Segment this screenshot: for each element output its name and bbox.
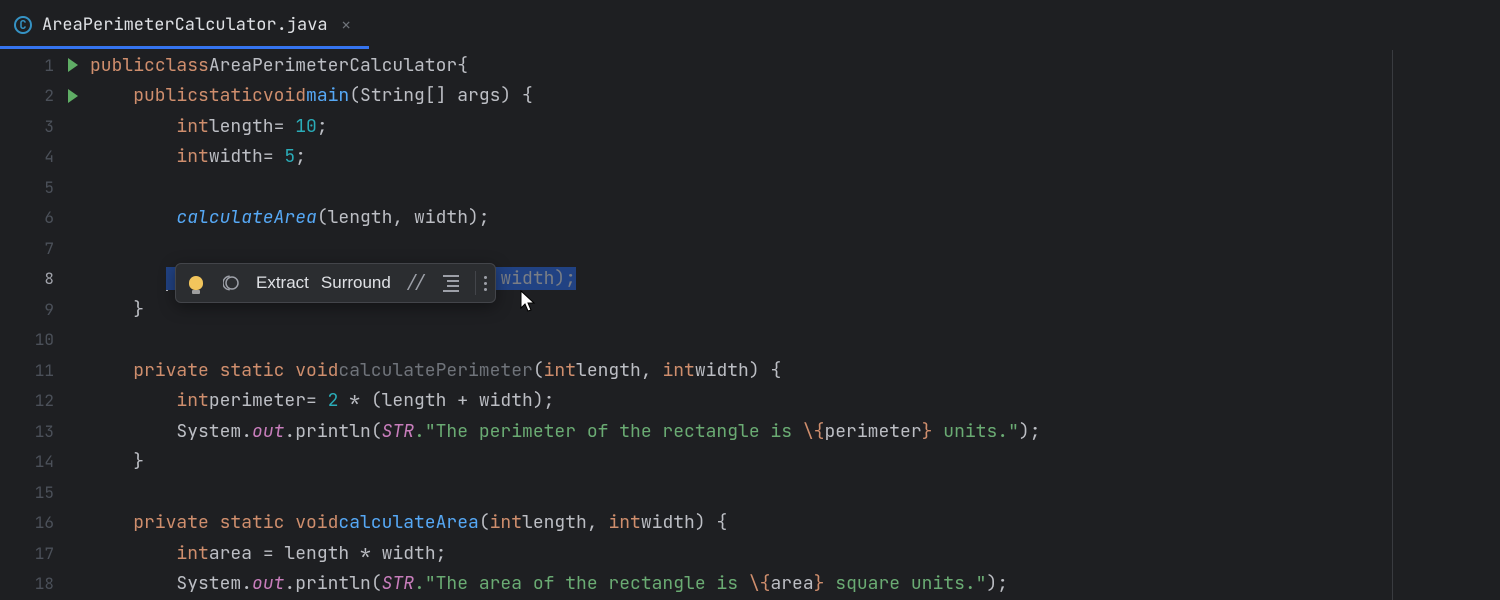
gutter-line[interactable]: 14 [0,447,90,478]
code-line[interactable]: System.out.println(STR."The area of the … [90,569,1392,600]
code-line[interactable]: int width = 5; [90,142,1392,173]
tab-title: AreaPerimeterCalculator.java [42,14,328,36]
gutter-line[interactable]: 9 [0,294,90,325]
code-line[interactable]: int area = length * width; [90,538,1392,569]
gutter-line[interactable]: 15 [0,477,90,508]
code-line[interactable]: private static void calculateArea(int le… [90,508,1392,539]
code-line[interactable]: } [90,447,1392,478]
code-line[interactable] [90,477,1392,508]
code-area[interactable]: public class AreaPerimeterCalculator { p… [90,50,1393,600]
java-class-icon: C [14,16,32,34]
editor: 123456789101112131415161718 public class… [0,50,1500,600]
code-line[interactable] [90,172,1392,203]
code-line[interactable]: calculateArea(length, width); [90,203,1392,234]
code-line[interactable] [90,325,1392,356]
code-line[interactable]: System.out.println(STR."The perimeter of… [90,416,1392,447]
gutter-line[interactable]: 16 [0,508,90,539]
gutter-line[interactable]: 2 [0,81,90,112]
gutter-line[interactable]: 13 [0,416,90,447]
surround-action[interactable]: Surround [321,273,391,293]
run-gutter-icon[interactable] [68,58,78,72]
gutter-line[interactable]: 10 [0,325,90,356]
gutter-line[interactable]: 1 [0,50,90,81]
gutter: 123456789101112131415161718 [0,50,90,600]
code-line[interactable]: public static void main(String[] args) { [90,81,1392,112]
gutter-line[interactable]: 18 [0,569,90,600]
file-tab[interactable]: C AreaPerimeterCalculator.java ✕ [0,0,369,49]
tab-bar: C AreaPerimeterCalculator.java ✕ [0,0,1500,50]
code-line[interactable] [90,233,1392,264]
gutter-line[interactable]: 3 [0,111,90,142]
comment-action-icon[interactable]: // [403,271,427,295]
code-line[interactable]: private static void calculatePerimeter(i… [90,355,1392,386]
gutter-line[interactable]: 8 [0,264,90,295]
gutter-line[interactable]: 17 [0,538,90,569]
code-line[interactable]: int perimeter = 2 * (length + width); [90,386,1392,417]
gutter-line[interactable]: 4 [0,142,90,173]
gutter-line[interactable]: 7 [0,233,90,264]
gutter-line[interactable]: 6 [0,203,90,234]
gutter-line[interactable]: 12 [0,386,90,417]
ai-assist-icon[interactable] [220,271,244,295]
more-actions-icon[interactable] [475,271,487,295]
floating-toolbar: Extract Surround // [175,263,496,303]
code-line[interactable]: public class AreaPerimeterCalculator { [90,50,1392,81]
reformat-action-icon[interactable] [439,271,463,295]
gutter-line[interactable]: 5 [0,172,90,203]
intention-bulb-icon[interactable] [184,271,208,295]
run-gutter-icon[interactable] [68,89,78,103]
extract-action[interactable]: Extract [256,273,309,293]
code-line[interactable]: int length = 10; [90,111,1392,142]
close-tab-icon[interactable]: ✕ [338,13,355,37]
gutter-line[interactable]: 11 [0,355,90,386]
